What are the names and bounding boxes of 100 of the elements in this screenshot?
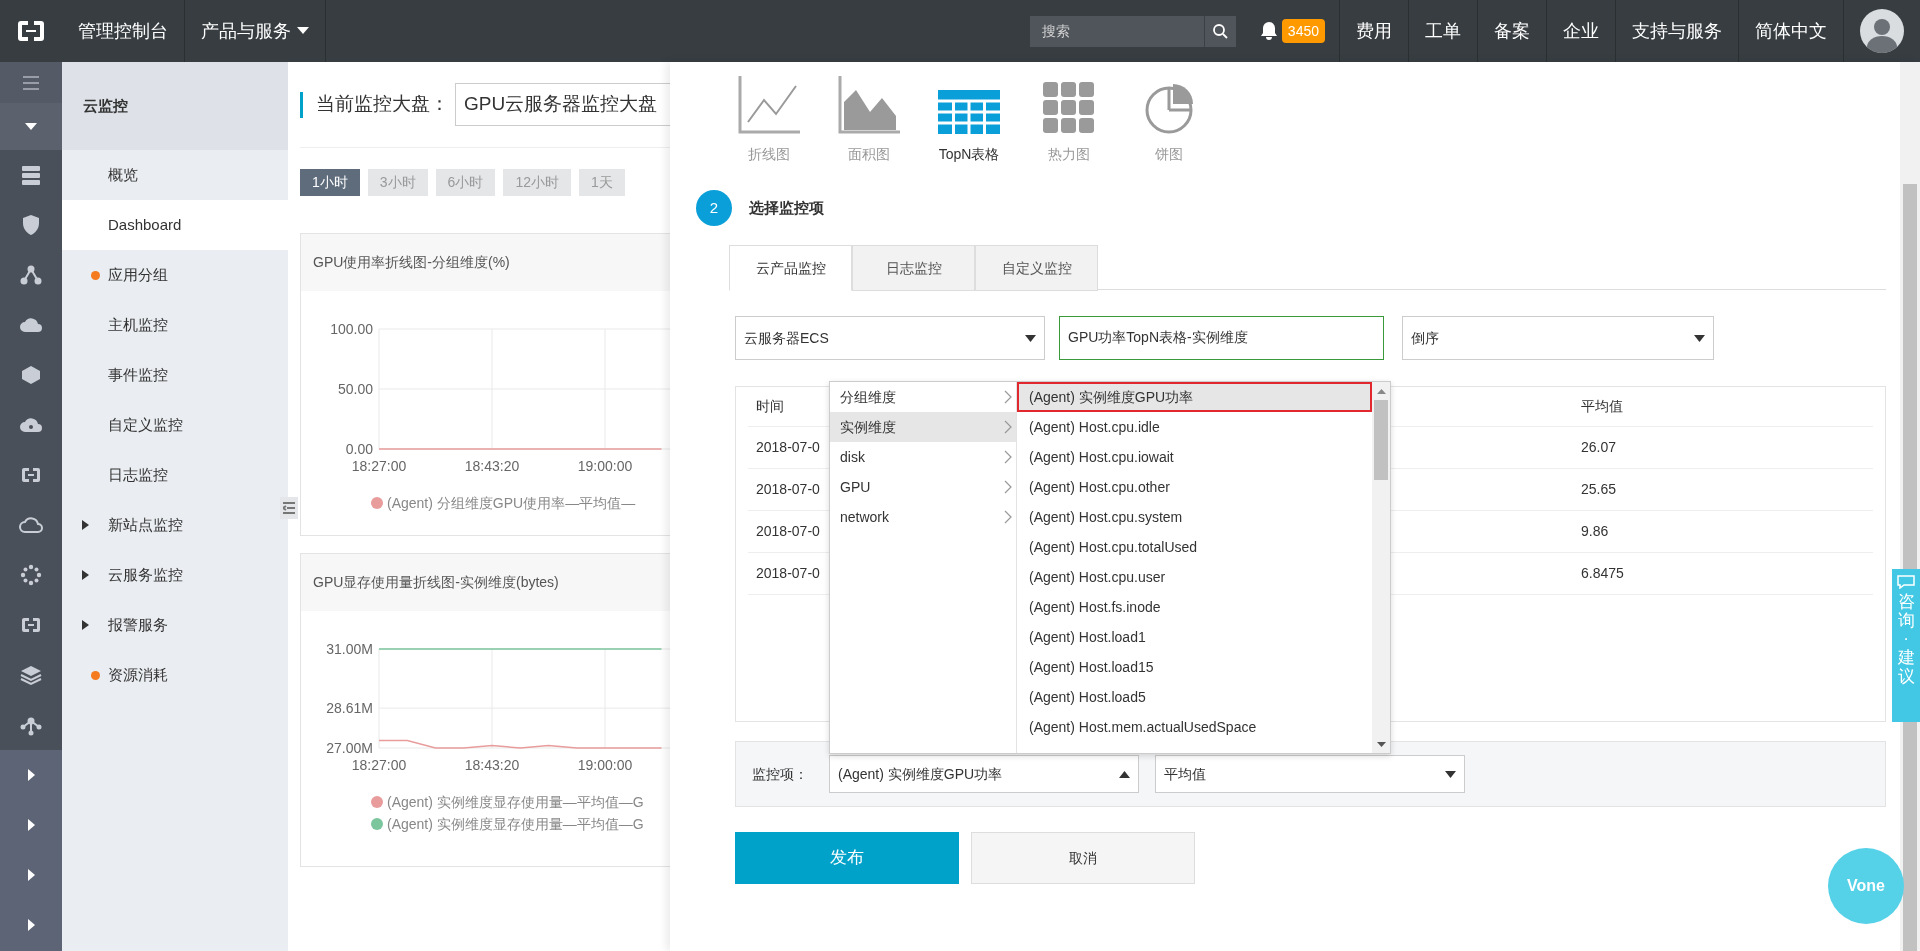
caret-icon — [1025, 334, 1036, 342]
tab[interactable]: 自定义监控 — [975, 245, 1098, 291]
table-cell-text: 6.8475 — [1581, 564, 1625, 583]
axis-label: 0.00 — [345, 441, 373, 457]
chevron-right-icon[interactable] — [27, 919, 35, 931]
dashboard-label: 当前监控大盘： — [316, 92, 449, 117]
menu-item[interactable]: 分组维度 — [830, 382, 1016, 412]
metric-label: 监控项： — [752, 764, 809, 784]
time-range-button[interactable]: 1小时 — [300, 169, 360, 196]
table-cell-text: 26.07 — [1581, 438, 1618, 457]
sidebar-item[interactable]: 概览 — [62, 150, 288, 200]
table-cell-text: 2018-07-0 — [756, 522, 820, 541]
chevron-right-icon — [1004, 480, 1012, 494]
chart-title: GPU使用率折线图-分组维度(%) — [313, 253, 510, 272]
axis-label: 18:43:20 — [464, 757, 520, 773]
axis-label: 50.00 — [337, 381, 373, 397]
legend-label: (Agent) 实例维度显存使用量—平均值—G — [387, 814, 644, 834]
sidebar-item[interactable]: 自定义监控 — [62, 400, 288, 450]
table-cell-text: 9.86 — [1581, 522, 1610, 541]
caret-icon — [1119, 770, 1130, 778]
server-icon[interactable] — [19, 163, 43, 187]
axis-label: 100.00 — [330, 321, 373, 337]
axis-label: 28.61M — [326, 700, 373, 717]
name-field[interactable]: GPU功率TopN表格-实例维度 — [1059, 316, 1384, 360]
status-dot-icon — [91, 270, 100, 280]
table-icon — [938, 90, 1000, 134]
caret-icon — [1445, 770, 1456, 778]
tab[interactable]: 云产品监控 — [729, 245, 852, 291]
caret-icon — [1694, 334, 1705, 342]
nodes-icon[interactable] — [19, 263, 43, 287]
bell-icon[interactable] — [1259, 21, 1278, 41]
layers-icon[interactable] — [19, 663, 43, 687]
chevron-right-icon — [1004, 420, 1012, 434]
scrollbar-thumb[interactable] — [1903, 722, 1917, 951]
caret-icon — [297, 27, 309, 35]
logo-icon[interactable] — [16, 20, 46, 42]
status-dot-icon — [91, 670, 100, 680]
expand-arrow-icon[interactable] — [82, 570, 89, 580]
dashboard-select[interactable]: GPU云服务器监控大盘 — [455, 83, 670, 126]
step-number: 2 — [696, 190, 732, 226]
axis-label: 18:43:20 — [464, 458, 520, 474]
tab[interactable]: 日志监控 — [852, 245, 975, 291]
chevron-right-icon[interactable] — [27, 769, 35, 781]
scroll-down-icon[interactable] — [1376, 741, 1386, 747]
product-dropdown[interactable]: 云服务器ECS — [735, 316, 1045, 360]
sidebar-item[interactable]: 日志监控 — [62, 450, 288, 500]
menu-icon[interactable] — [23, 75, 39, 90]
sidebar-item[interactable]: 报警服务 — [62, 600, 288, 650]
sidebar-item[interactable]: 事件监控 — [62, 350, 288, 400]
sidebar-item[interactable]: 云服务监控 — [62, 550, 288, 600]
menu-item[interactable]: 实例维度 — [830, 412, 1016, 442]
cancel-button[interactable]: 取消 — [971, 832, 1195, 884]
sidebar-item[interactable]: Dashboard — [62, 200, 288, 250]
sidebar-item[interactable]: 应用分组 — [62, 250, 288, 300]
axis-label: 31.00M — [326, 641, 373, 657]
aggregate-dropdown[interactable]: 平均值 — [1155, 755, 1465, 793]
avatar[interactable] — [1860, 9, 1904, 53]
collapse-icon[interactable] — [283, 502, 295, 514]
legend-label: (Agent) 分组维度GPU使用率—平均值— — [387, 493, 636, 513]
caret-icon[interactable] — [25, 123, 37, 130]
search-icon[interactable] — [1212, 23, 1229, 39]
axis-label: 19:00:00 — [577, 458, 633, 474]
axis-label: 18:27:00 — [351, 458, 407, 474]
chevron-right-icon[interactable] — [27, 869, 35, 881]
axis-label: 18:27:00 — [351, 757, 407, 773]
scrollbar-thumb[interactable] — [1374, 400, 1388, 480]
axis-label: 27.00M — [326, 740, 373, 756]
table-cell-text: 2018-07-0 — [756, 438, 820, 457]
area-chart-icon — [838, 76, 900, 134]
chart-title: GPU显存使用量折线图-实例维度(bytes) — [313, 573, 559, 592]
pie-chart-icon — [1143, 82, 1195, 134]
sidebar-item[interactable]: 资源消耗 — [62, 650, 288, 700]
cube-icon[interactable] — [19, 363, 43, 387]
table-cell-text: 2018-07-0 — [756, 564, 820, 583]
scrollbar[interactable] — [1372, 382, 1390, 753]
menu-item[interactable]: (Agent) 实例维度GPU功率 — [1017, 382, 1372, 412]
chart-type-option[interactable]: TopN表格 — [919, 68, 1019, 165]
sidebar-item[interactable]: 新站点监控 — [62, 500, 288, 550]
grid-icon — [1043, 82, 1095, 134]
column-header: 时间 — [756, 397, 784, 416]
table-cell-text: 2018-07-0 — [756, 480, 820, 499]
chevron-right-icon — [1004, 390, 1012, 404]
expand-arrow-icon[interactable] — [82, 620, 89, 630]
sidebar-item[interactable]: 主机监控 — [62, 300, 288, 350]
order-dropdown[interactable]: 倒序 — [1402, 316, 1714, 360]
axis-label: 19:00:00 — [577, 757, 633, 773]
notification-badge: 3450 — [1281, 19, 1325, 43]
legend-label: (Agent) 实例维度显存使用量—平均值—G — [387, 792, 644, 812]
line-chart-icon — [738, 76, 800, 134]
search-field[interactable]: 搜索 — [1029, 15, 1204, 47]
expand-arrow-icon[interactable] — [82, 520, 89, 530]
scroll-up-icon[interactable] — [1376, 388, 1386, 394]
step-title: 选择监控项 — [749, 197, 824, 218]
chevron-right-icon[interactable] — [27, 819, 35, 831]
metric-dropdown[interactable]: (Agent) 实例维度GPU功率 — [829, 755, 1139, 793]
dots-ring-icon[interactable] — [19, 563, 43, 587]
chevron-right-icon — [1004, 510, 1012, 524]
table-cell-text: 25.65 — [1581, 480, 1618, 499]
column-header: 平均值 — [1581, 397, 1624, 416]
scrollbar-thumb[interactable] — [1903, 184, 1917, 569]
